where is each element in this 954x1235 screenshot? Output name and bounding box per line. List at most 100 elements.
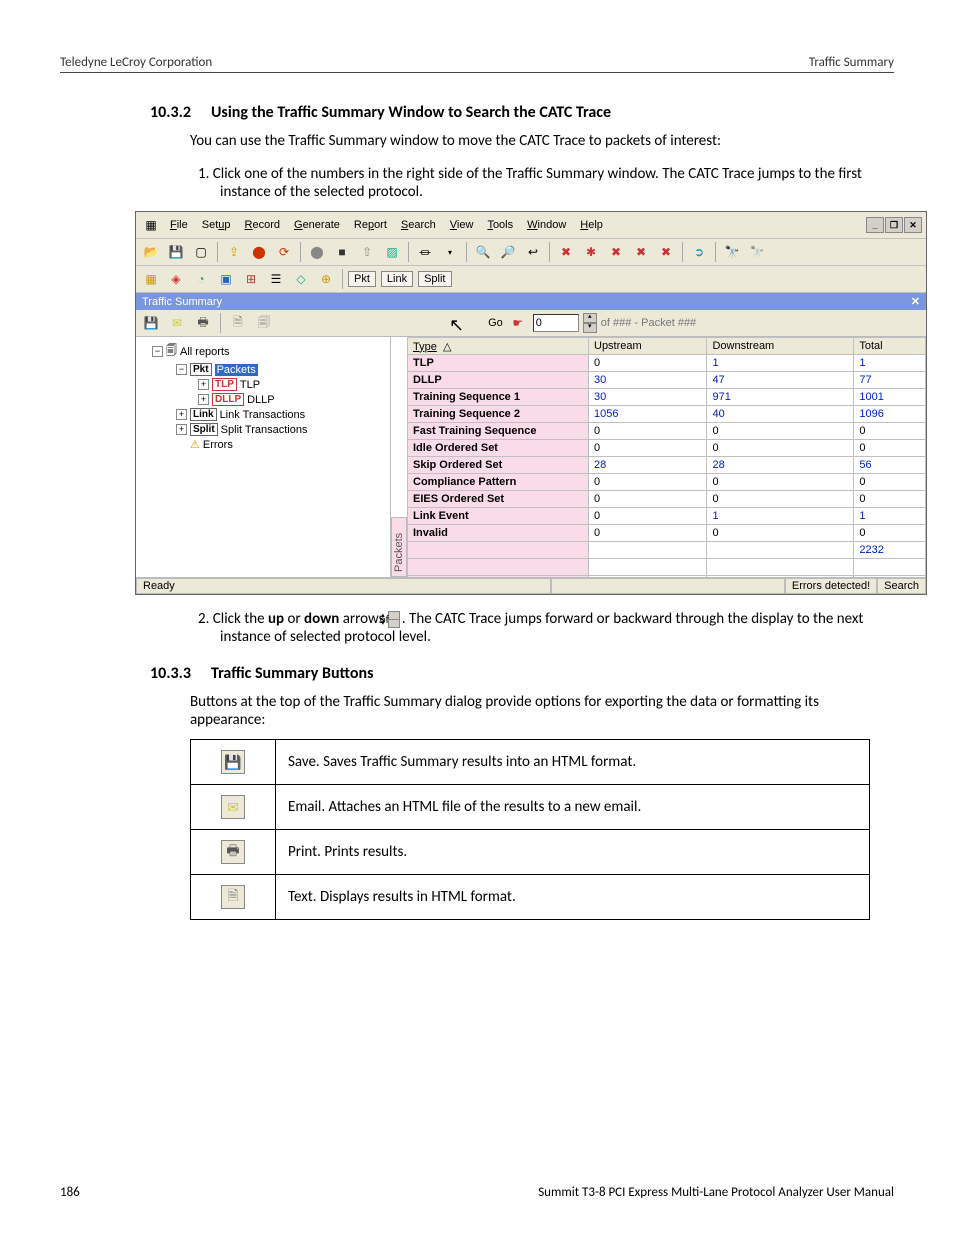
expander-icon[interactable]: −	[152, 346, 163, 357]
view1-icon[interactable]: ▦	[140, 268, 162, 290]
cell-value[interactable]: 40	[707, 406, 854, 423]
row-type	[408, 559, 589, 576]
close-panel-icon[interactable]: ✕	[911, 295, 920, 308]
tab-pkt[interactable]: Pkt	[348, 271, 376, 287]
view5-icon[interactable]: ⊞	[240, 268, 262, 290]
row-type: Link Event	[408, 508, 589, 525]
cell-value: 0	[707, 423, 854, 440]
menu-file[interactable]: File	[164, 217, 194, 233]
cell-value[interactable]: 1	[707, 508, 854, 525]
cell-value[interactable]: 1056	[589, 406, 707, 423]
menu-generate[interactable]: Generate	[288, 217, 346, 233]
menu-search[interactable]: Search	[395, 217, 442, 233]
expander-icon[interactable]: −	[176, 364, 187, 375]
menu-report[interactable]: Report	[348, 217, 393, 233]
save-icon[interactable]: 💾	[165, 241, 187, 263]
header-left: Teledyne LeCroy Corporation	[60, 55, 212, 70]
upload-icon[interactable]: ⇧	[356, 241, 378, 263]
ts-email-icon[interactable]: ✉	[166, 312, 188, 334]
go-icon[interactable]: ☛	[507, 312, 529, 334]
graph-icon[interactable]: ▨	[381, 241, 403, 263]
ts-text-icon[interactable]: 🗎	[227, 312, 249, 334]
goto-icon[interactable]: ➲	[688, 241, 710, 263]
cell-value[interactable]: 1	[854, 355, 926, 372]
col-downstream[interactable]: Downstream	[707, 338, 854, 355]
cell-value[interactable]: 28	[589, 457, 707, 474]
view6-icon[interactable]: ☰	[265, 268, 287, 290]
tree-split-trans[interactable]: + Split Split Transactions	[138, 422, 388, 437]
new-icon[interactable]: ▢	[190, 241, 212, 263]
cell-value[interactable]: 47	[707, 372, 854, 389]
step2-down: down	[304, 610, 339, 628]
record-setup-icon[interactable]: ⇪	[223, 241, 245, 263]
cell-value[interactable]: 30	[589, 372, 707, 389]
cell-value[interactable]: 971	[707, 389, 854, 406]
expander-icon[interactable]: +	[176, 409, 187, 420]
cell-value[interactable]: 1	[854, 508, 926, 525]
page-header: Teledyne LeCroy Corporation Traffic Summ…	[60, 55, 894, 73]
go-input[interactable]	[533, 314, 579, 332]
col-type[interactable]: Type △	[408, 338, 589, 355]
cell-value[interactable]: 1096	[854, 406, 926, 423]
cell-value[interactable]: 28	[707, 457, 854, 474]
tree-all-reports[interactable]: − 🗐 All reports	[138, 341, 388, 362]
tab-split[interactable]: Split	[418, 271, 451, 287]
minimize-button[interactable]: _	[866, 217, 884, 233]
menu-window[interactable]: Window	[521, 217, 572, 233]
cell-value[interactable]: 77	[854, 372, 926, 389]
expander-icon[interactable]: +	[198, 394, 209, 405]
view4-icon[interactable]: ▣	[215, 268, 237, 290]
cell-value[interactable]: 2232	[854, 542, 926, 559]
record-icon[interactable]: ⬤	[248, 241, 270, 263]
tree-dllp[interactable]: + DLLP DLLP	[138, 392, 388, 407]
cell-value[interactable]: 56	[854, 457, 926, 474]
section-heading-10-3-3: 10.3.3 Traffic Summary Buttons	[150, 664, 894, 683]
ts-save-icon[interactable]: 💾	[140, 312, 162, 334]
find-rx-icon[interactable]: ✖	[605, 241, 627, 263]
ts-html-icon[interactable]: 🗐	[253, 312, 275, 334]
find-rx2-icon[interactable]: ✖	[630, 241, 652, 263]
stop-gray-icon[interactable]: ⬤	[306, 241, 328, 263]
go-down-button[interactable]: ▾	[583, 323, 597, 333]
find-rx3-icon[interactable]: ✖	[655, 241, 677, 263]
close-button[interactable]: ✕	[904, 217, 922, 233]
filter-dd-icon[interactable]: ▾	[439, 241, 461, 263]
menu-setup[interactable]: Setup	[196, 217, 237, 233]
vertical-tab-packets[interactable]: Packets	[391, 517, 407, 577]
tree-packets[interactable]: − Pkt Packets	[138, 362, 388, 377]
binoculars2-icon[interactable]: 🔭	[746, 241, 768, 263]
open-icon[interactable]: 📂	[140, 241, 162, 263]
restore-button[interactable]: ❐	[885, 217, 903, 233]
tab-link[interactable]: Link	[381, 271, 413, 287]
view7-icon[interactable]: ◇	[290, 268, 312, 290]
menu-view[interactable]: View	[444, 217, 480, 233]
go-up-button[interactable]: ▴	[583, 313, 597, 323]
col-total[interactable]: Total	[854, 338, 926, 355]
ts-print-icon[interactable]: 🖶	[192, 312, 214, 334]
zoom-in-icon[interactable]: 🔍	[472, 241, 494, 263]
menu-tools[interactable]: Tools	[481, 217, 519, 233]
cell-value[interactable]: 30	[589, 389, 707, 406]
view8-icon[interactable]: ⊕	[315, 268, 337, 290]
tree-errors[interactable]: ⚠ Errors	[138, 437, 388, 452]
stop-icon[interactable]: ■	[331, 241, 353, 263]
tree-link-trans[interactable]: + Link Link Transactions	[138, 407, 388, 422]
expander-icon[interactable]: +	[176, 424, 187, 435]
view2-icon[interactable]: ◈	[165, 268, 187, 290]
menu-record[interactable]: Record	[239, 217, 286, 233]
find-r2-icon[interactable]: ✱	[580, 241, 602, 263]
filter-icon[interactable]: ⏛	[414, 241, 436, 263]
cell-value[interactable]: 1001	[854, 389, 926, 406]
find-r-icon[interactable]: ✖	[555, 241, 577, 263]
col-upstream[interactable]: Upstream	[589, 338, 707, 355]
zoom-out-icon[interactable]: 🔎	[497, 241, 519, 263]
tree-tlp[interactable]: + TLP TLP	[138, 377, 388, 392]
menu-help[interactable]: Help	[574, 217, 609, 233]
wrap-icon[interactable]: ↩	[522, 241, 544, 263]
expander-icon[interactable]: +	[198, 379, 209, 390]
page-footer: 186 Summit T3-8 PCI Express Multi-Lane P…	[60, 1185, 894, 1200]
binoculars-icon[interactable]: 🔭	[721, 241, 743, 263]
view3-icon[interactable]: ◔	[190, 268, 212, 290]
cell-value[interactable]: 1	[707, 355, 854, 372]
repeat-icon[interactable]: ⟳	[273, 241, 295, 263]
